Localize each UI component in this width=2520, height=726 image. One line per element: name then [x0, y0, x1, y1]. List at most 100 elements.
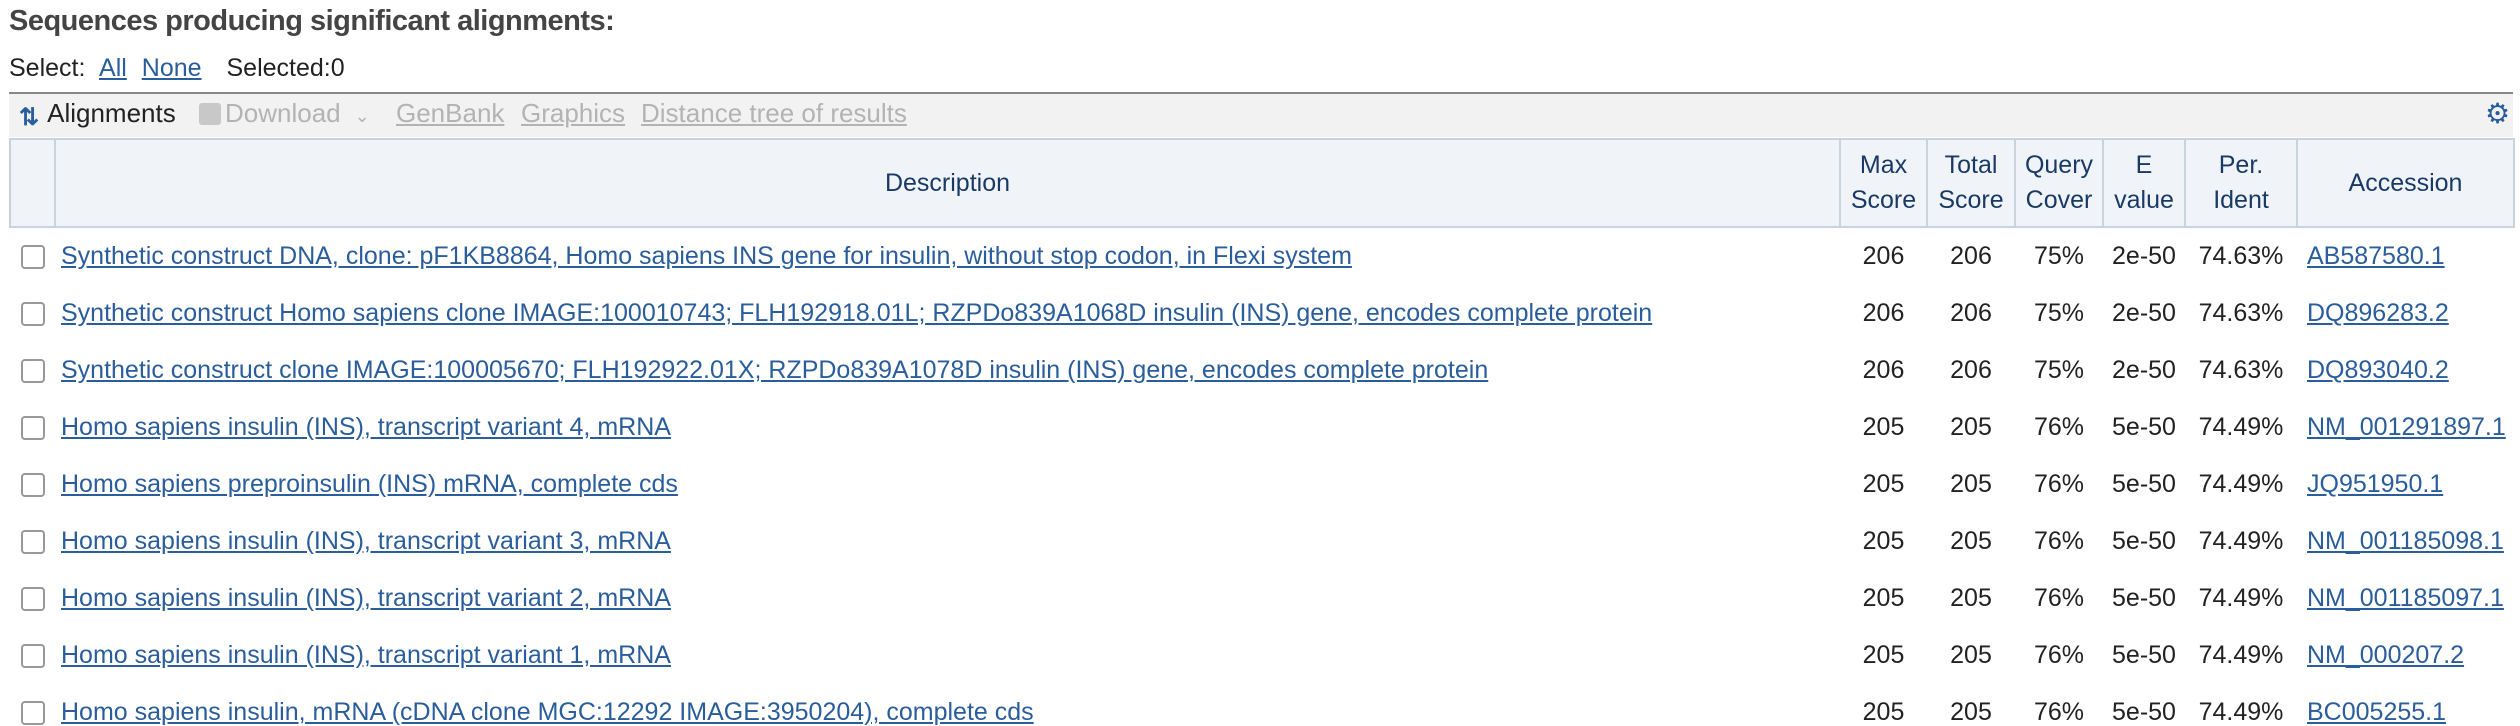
- max-score: 206: [1862, 242, 1905, 270]
- select-none-link[interactable]: None: [142, 54, 202, 82]
- total-score: 205: [1950, 584, 1992, 612]
- per-ident: 74.63%: [2198, 356, 2284, 384]
- alignments-icon: ⇅: [19, 104, 40, 131]
- results-table: Description Max Score Total Score Query Cov…: [9, 138, 2515, 726]
- row-checkbox[interactable]: [20, 416, 45, 441]
- max-score: 205: [1862, 413, 1905, 441]
- per-ident: 74.49%: [2198, 584, 2284, 612]
- page-title: Sequences producing significant alignmen…: [9, 5, 615, 37]
- max-score: 205: [1862, 584, 1905, 612]
- query-cover: 76%: [2033, 698, 2085, 726]
- per-ident: 74.49%: [2198, 641, 2284, 669]
- accession-link[interactable]: NM_001291897.1: [2307, 413, 2506, 441]
- max-score: 205: [1862, 641, 1905, 669]
- query-cover: 76%: [2033, 413, 2085, 441]
- row-checkbox[interactable]: [20, 302, 45, 327]
- description-link[interactable]: Synthetic construct DNA, clone: pF1KB886…: [61, 242, 1352, 270]
- e-value: 2e-50: [2112, 299, 2176, 327]
- e-value: 5e-50: [2112, 584, 2176, 612]
- download-button[interactable]: Download ⌄: [199, 98, 370, 129]
- accession-link[interactable]: JQ951950.1: [2307, 470, 2443, 498]
- column-checkbox: [9, 138, 56, 228]
- column-e-value[interactable]: Evalue: [2102, 138, 2186, 228]
- query-cover: 75%: [2033, 356, 2085, 384]
- selected-count: Selected:0: [226, 54, 345, 82]
- total-score: 205: [1950, 527, 1992, 555]
- results-toolbar: ⇅ Alignments Download ⌄ GenBank Graphics D…: [9, 92, 2513, 137]
- per-ident: 74.49%: [2198, 413, 2284, 441]
- e-value: 5e-50: [2112, 698, 2176, 726]
- total-score: 205: [1950, 470, 1992, 498]
- max-score: 206: [1862, 356, 1905, 384]
- per-ident: 74.49%: [2198, 698, 2284, 726]
- select-all-link[interactable]: All: [99, 54, 127, 82]
- description-link[interactable]: Synthetic construct clone IMAGE:10000567…: [61, 356, 1488, 384]
- column-query-cover[interactable]: Query Cover: [2014, 138, 2104, 228]
- column-per-ident[interactable]: Per. Ident: [2184, 138, 2298, 228]
- table-row: Synthetic construct clone IMAGE:10000567…: [10, 342, 2514, 399]
- accession-link[interactable]: DQ896283.2: [2307, 299, 2449, 327]
- description-link[interactable]: Homo sapiens insulin (INS), transcript v…: [61, 527, 671, 555]
- max-score: 205: [1862, 470, 1905, 498]
- alignments-button[interactable]: ⇅ Alignments: [19, 98, 176, 132]
- total-score: 206: [1950, 299, 1992, 327]
- table-row: Homo sapiens insulin (INS), transcript v…: [10, 399, 2514, 456]
- graphics-link[interactable]: Graphics: [521, 98, 625, 129]
- total-score: 205: [1950, 413, 1992, 441]
- row-checkbox[interactable]: [20, 587, 45, 612]
- column-description[interactable]: Description: [54, 138, 1841, 228]
- e-value: 5e-50: [2112, 527, 2176, 555]
- row-checkbox[interactable]: [20, 701, 45, 726]
- accession-link[interactable]: NM_001185098.1: [2307, 527, 2504, 555]
- max-score: 205: [1862, 698, 1905, 726]
- row-checkbox[interactable]: [20, 530, 45, 555]
- total-score: 205: [1950, 641, 1992, 669]
- column-total-score[interactable]: Total Score: [1926, 138, 2016, 228]
- table-row: Synthetic construct Homo sapiens clone I…: [10, 285, 2514, 342]
- total-score: 205: [1950, 698, 1992, 726]
- accession-link[interactable]: BC005255.1: [2307, 698, 2446, 726]
- column-accession[interactable]: Accession: [2296, 138, 2515, 228]
- query-cover: 75%: [2033, 299, 2085, 327]
- genbank-link[interactable]: GenBank: [396, 98, 504, 129]
- accession-link[interactable]: NM_001185097.1: [2307, 584, 2504, 612]
- description-link[interactable]: Synthetic construct Homo sapiens clone I…: [61, 299, 1652, 327]
- query-cover: 76%: [2033, 584, 2085, 612]
- description-link[interactable]: Homo sapiens insulin (INS), transcript v…: [61, 413, 671, 441]
- e-value: 2e-50: [2112, 242, 2176, 270]
- query-cover: 75%: [2033, 242, 2085, 270]
- description-link[interactable]: Homo sapiens insulin, mRNA (cDNA clone M…: [61, 698, 1034, 726]
- distance-tree-link[interactable]: Distance tree of results: [641, 98, 907, 129]
- results-panel: Sequences producing significant alignmen…: [0, 0, 2520, 726]
- e-value: 2e-50: [2112, 356, 2176, 384]
- description-link[interactable]: Homo sapiens insulin (INS), transcript v…: [61, 584, 671, 612]
- table-row: Homo sapiens insulin (INS), transcript v…: [10, 513, 2514, 570]
- row-checkbox[interactable]: [20, 644, 45, 669]
- download-label: Download: [225, 98, 341, 128]
- e-value: 5e-50: [2112, 470, 2176, 498]
- chevron-down-icon: ⌄: [354, 106, 370, 126]
- max-score: 206: [1862, 299, 1905, 327]
- query-cover: 76%: [2033, 641, 2085, 669]
- table-row: Homo sapiens insulin (INS), transcript v…: [10, 627, 2514, 684]
- row-checkbox[interactable]: [20, 359, 45, 384]
- gear-icon[interactable]: ⚙: [2485, 100, 2511, 128]
- total-score: 206: [1950, 242, 1992, 270]
- e-value: 5e-50: [2112, 413, 2176, 441]
- table-row: Homo sapiens insulin (INS), transcript v…: [10, 570, 2514, 627]
- description-link[interactable]: Homo sapiens insulin (INS), transcript v…: [61, 641, 671, 669]
- select-controls: Select: All None Selected:0: [9, 54, 345, 83]
- accession-link[interactable]: DQ893040.2: [2307, 356, 2449, 384]
- per-ident: 74.49%: [2198, 470, 2284, 498]
- column-max-score[interactable]: Max Score: [1839, 138, 1928, 228]
- row-checkbox[interactable]: [20, 473, 45, 498]
- save-icon: [199, 103, 221, 125]
- description-link[interactable]: Homo sapiens preproinsulin (INS) mRNA, c…: [61, 470, 678, 498]
- alignments-label: Alignments: [47, 98, 176, 128]
- row-checkbox[interactable]: [20, 245, 45, 270]
- per-ident: 74.63%: [2198, 299, 2284, 327]
- select-label: Select:: [9, 54, 86, 82]
- query-cover: 76%: [2033, 470, 2085, 498]
- accession-link[interactable]: AB587580.1: [2307, 242, 2445, 270]
- accession-link[interactable]: NM_000207.2: [2307, 641, 2464, 669]
